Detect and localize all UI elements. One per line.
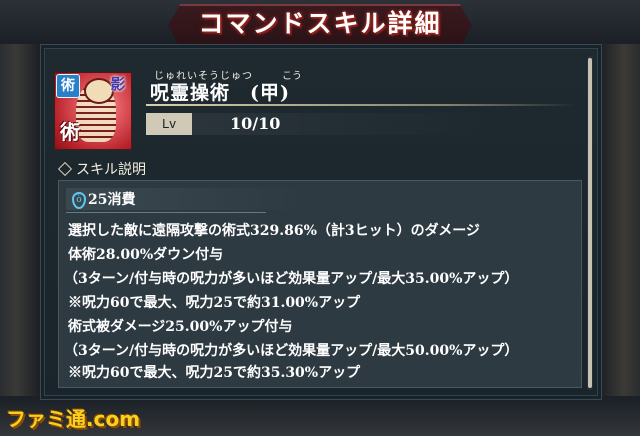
technique-category-badge: 術: [60, 120, 80, 144]
level-value: 10/10: [230, 114, 281, 133]
shadow-type-badge: 影: [110, 75, 126, 93]
description-line: 体術28.00%ダウン付与: [68, 247, 224, 263]
description-line: （3ターン/付与時の呪力が多いほど効果量アップ/最大35.00%アップ）: [64, 271, 519, 287]
level-label: Lv: [146, 113, 192, 135]
description-line: ※呪力60で最大、呪力25で約35.30%アップ: [68, 365, 361, 381]
description-line: 術式被ダメージ25.00%アップ付与: [68, 319, 293, 335]
famitsu-watermark-logo: ファミ通.com: [6, 407, 141, 431]
description-line: 選択した敵に遠隔攻撃の術式329.86%（計3ヒット）のダメージ: [68, 223, 480, 239]
skill-name-divider: [146, 104, 576, 106]
section-title: スキル説明: [76, 162, 146, 178]
background-right: [600, 0, 640, 436]
description-line: ※呪力60で最大、呪力25で約31.00%アップ: [68, 295, 361, 311]
page-title: コマンドスキル詳細: [198, 9, 442, 38]
cost-text: 25消費: [88, 192, 136, 208]
description-line: （3ターン/付与時の呪力が多いほど効果量アップ/最大50.00%アップ）: [64, 343, 519, 359]
cost-divider: [66, 212, 266, 213]
background-left: [0, 0, 40, 436]
technique-type-badge: 術: [56, 74, 80, 98]
skill-name: 呪霊操術 (甲): [150, 82, 290, 104]
scrollbar-thumb[interactable]: [588, 58, 592, 388]
